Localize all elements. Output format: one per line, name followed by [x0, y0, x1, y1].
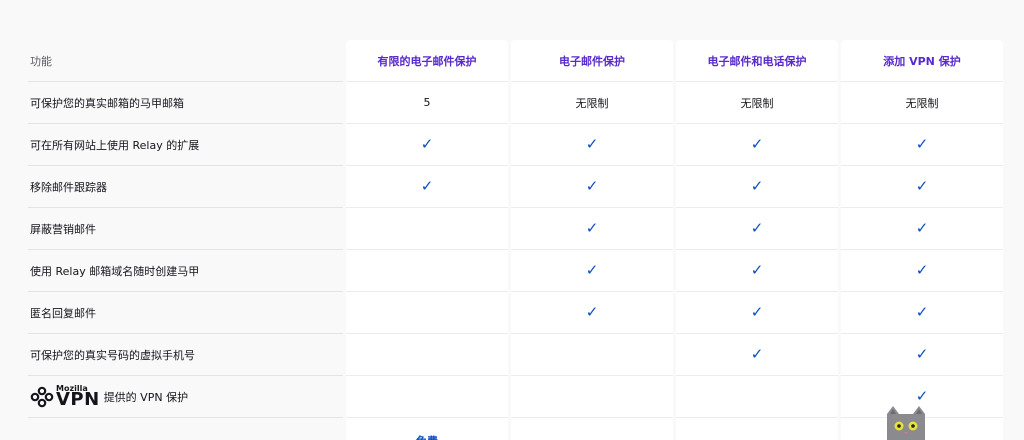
checkmark-icon: ✓: [750, 345, 764, 363]
table-cell: 5: [346, 82, 508, 124]
feature-label: 匿名回复邮件: [28, 292, 343, 334]
table-cell: ✓: [676, 292, 838, 334]
table-cell: 无限制: [511, 82, 673, 124]
checkmark-icon: ✓: [915, 303, 929, 321]
checkmark-icon: ✓: [750, 135, 764, 153]
table-cell: [511, 376, 673, 418]
table-cell: ✓: [676, 334, 838, 376]
checkmark-icon: ✓: [750, 261, 764, 279]
table-cell: ✓: [841, 292, 1003, 334]
plan-header-vpn: 添加 VPN 保护: [841, 40, 1003, 82]
cat-mascot-icon: [887, 406, 925, 440]
table-cell: ✓: [841, 250, 1003, 292]
vpn-logo-big-text: VPN: [56, 389, 100, 410]
table-cell: ✓: [346, 166, 508, 208]
table-cell: [346, 376, 508, 418]
checkmark-icon: ✓: [915, 345, 929, 363]
table-row: 可保护您的真实邮箱的马甲邮箱 5 无限制 无限制 无限制: [28, 82, 1004, 124]
vpn-feature: Mozilla VPN 提供的 VPN 保护: [30, 384, 189, 410]
table-row: 屏蔽营销邮件 ✓ ✓ ✓: [28, 208, 1004, 250]
table-cell: ✓: [676, 250, 838, 292]
table-row: 可在所有网站上使用 Relay 的扩展 ✓ ✓ ✓ ✓: [28, 124, 1004, 166]
checkmark-icon: ✓: [585, 261, 599, 279]
vpn-logo-icon: [30, 386, 54, 407]
table-cell: [676, 376, 838, 418]
checkmark-icon: ✓: [420, 135, 434, 153]
checkmark-icon: ✓: [915, 135, 929, 153]
table-header-row: 功能 有限的电子邮件保护 电子邮件保护 电子邮件和电话保护 添加 VPN 保护: [28, 40, 1004, 82]
feature-label: 使用 Relay 邮箱域名随时创建马甲: [28, 250, 343, 292]
checkmark-icon: ✓: [585, 303, 599, 321]
feature-label: 可在所有网站上使用 Relay 的扩展: [28, 124, 343, 166]
table-cell: [511, 334, 673, 376]
table-cell: [346, 334, 508, 376]
feature-label: 可保护您的真实邮箱的马甲邮箱: [28, 82, 343, 124]
plan-header-free: 有限的电子邮件保护: [346, 40, 508, 82]
plan-comparison-table: 功能 有限的电子邮件保护 电子邮件保护 电子邮件和电话保护 添加 VPN 保护 …: [28, 40, 1004, 440]
feature-label-vpn: Mozilla VPN 提供的 VPN 保护: [28, 376, 343, 418]
table-cell: ✓: [841, 208, 1003, 250]
table-cell: [346, 208, 508, 250]
price-cell-free: 免费: [346, 418, 508, 440]
table-cell: ✓: [346, 124, 508, 166]
table-cell: ✓: [511, 292, 673, 334]
table-row-vpn: Mozilla VPN 提供的 VPN 保护 ✓: [28, 376, 1004, 418]
table-row: 移除邮件跟踪器 ✓ ✓ ✓ ✓: [28, 166, 1004, 208]
feature-label: 屏蔽营销邮件: [28, 208, 343, 250]
feature-label: 可保护您的真实号码的虚拟手机号: [28, 334, 343, 376]
table-cell: ✓: [511, 166, 673, 208]
checkmark-icon: ✓: [585, 135, 599, 153]
table-cell: ✓: [841, 334, 1003, 376]
table-cell: ✓: [841, 166, 1003, 208]
table-row: 可保护您的真实号码的虚拟手机号 ✓ ✓: [28, 334, 1004, 376]
feature-label: 提供的 VPN 保护: [103, 390, 189, 404]
checkmark-icon: ✓: [585, 219, 599, 237]
table-cell: [346, 292, 508, 334]
checkmark-icon: ✓: [915, 177, 929, 195]
feature-label: 移除邮件跟踪器: [28, 166, 343, 208]
table-cell: ✓: [511, 208, 673, 250]
checkmark-icon: ✓: [420, 177, 434, 195]
feature-column-header: 功能: [28, 40, 343, 82]
table-cell: ✓: [841, 124, 1003, 166]
price-cell: [676, 418, 838, 440]
price-free[interactable]: 免费: [416, 433, 438, 440]
table-cell: 无限制: [841, 82, 1003, 124]
price-row: 免费: [28, 418, 1004, 440]
checkmark-icon: ✓: [750, 303, 764, 321]
table-cell: ✓: [511, 250, 673, 292]
plan-header-email: 电子邮件保护: [511, 40, 673, 82]
price-row-label: [28, 418, 343, 440]
mozilla-vpn-logo: Mozilla VPN: [30, 384, 100, 410]
checkmark-icon: ✓: [915, 261, 929, 279]
checkmark-icon: ✓: [750, 219, 764, 237]
checkmark-icon: ✓: [915, 387, 929, 405]
table-cell: 无限制: [676, 82, 838, 124]
table-cell: ✓: [676, 166, 838, 208]
table-row: 匿名回复邮件 ✓ ✓ ✓: [28, 292, 1004, 334]
checkmark-icon: ✓: [750, 177, 764, 195]
price-cell: [511, 418, 673, 440]
table-row: 使用 Relay 邮箱域名随时创建马甲 ✓ ✓ ✓: [28, 250, 1004, 292]
checkmark-icon: ✓: [585, 177, 599, 195]
plan-header-email-phone: 电子邮件和电话保护: [676, 40, 838, 82]
table-cell: ✓: [511, 124, 673, 166]
table-cell: [346, 250, 508, 292]
table-cell: ✓: [676, 124, 838, 166]
table-cell: ✓: [676, 208, 838, 250]
checkmark-icon: ✓: [915, 219, 929, 237]
